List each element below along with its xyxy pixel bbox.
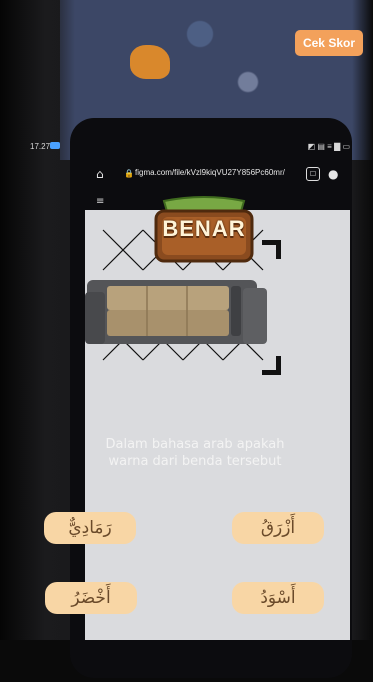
status-app-icon [50,142,60,149]
lock-icon: 🔒 [124,169,134,178]
benar-label: BENAR [162,216,246,241]
cek-skor-button[interactable]: Cek Skor [294,30,363,56]
browser-menu-icon[interactable]: ● [328,167,338,181]
url-text[interactable]: figma.com/file/kVzl9kiqVU27Y856Pc60mr/ [135,168,285,177]
background-toy [130,45,170,79]
tab-switcher-icon[interactable]: ☐ [306,167,320,181]
hamburger-menu-icon[interactable]: ≡ [96,196,104,207]
status-icons: ◩ ▤ ≡ ▇ ▭ [307,142,350,151]
status-time: 17.27 [30,142,51,151]
question-line-2: warna dari benda tersebut [108,454,282,469]
background-shadow-right [352,0,373,682]
frame-corner-bottom-right [262,356,281,375]
answer-button-2[interactable]: أَزْرَقُ [232,512,324,544]
home-icon[interactable]: ⌂ [96,167,104,181]
browser-url-bar[interactable]: ⌂ 🔒 figma.com/file/kVzl9kiqVU27Y856Pc60m… [90,164,350,186]
sofa-image [85,280,267,344]
question-line-1: Dalam bahasa arab apakah [105,437,285,452]
phone-status-bar: 17.27 ◩ ▤ ≡ ▇ ▭ [30,142,350,156]
background-shadow-left [0,0,75,682]
question-text: Dalam bahasa arab apakah warna dari bend… [60,436,330,470]
game-screen [85,210,350,640]
frame-corner-top-right [262,240,281,259]
answer-button-1[interactable]: رَمَادِيٌّ [44,512,136,544]
answer-button-3[interactable]: أَخْضَرُ [45,582,137,614]
answer-button-4[interactable]: أَسْوَدُ [232,582,324,614]
